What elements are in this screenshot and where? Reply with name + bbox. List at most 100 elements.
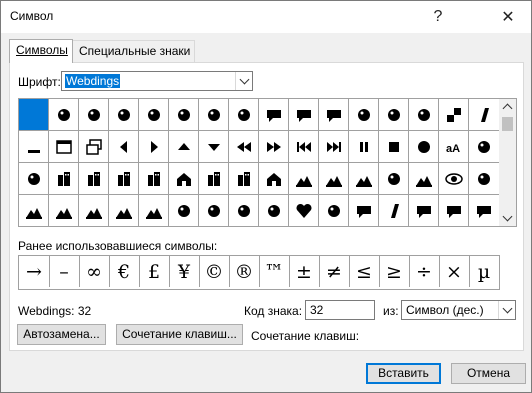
symbol-cell[interactable] [319, 99, 349, 131]
symbol-cell[interactable] [439, 195, 469, 226]
recent-symbol-cell[interactable]: ≤ [349, 256, 380, 287]
symbol-cell[interactable] [49, 195, 79, 226]
recent-symbol-cell[interactable]: ¥ [169, 256, 200, 287]
symbol-cell[interactable] [49, 131, 79, 163]
char-code-input[interactable]: 32 [305, 300, 375, 320]
symbol-cell[interactable] [229, 163, 259, 195]
insert-button[interactable]: Вставить [366, 363, 441, 384]
recent-symbol-cell[interactable]: € [109, 256, 140, 287]
symbol-cell[interactable] [409, 131, 439, 163]
recent-symbol-cell[interactable]: ≠ [319, 256, 350, 287]
symbol-cell[interactable] [229, 99, 259, 131]
symbol-cell[interactable] [79, 131, 109, 163]
symbol-cell[interactable] [109, 163, 139, 195]
recent-symbol-cell[interactable]: – [49, 256, 80, 287]
scroll-thumb[interactable] [502, 117, 513, 131]
symbol-cell[interactable] [79, 99, 109, 131]
mute-icon [267, 204, 280, 217]
symbol-cell[interactable] [199, 163, 229, 195]
symbol-cell[interactable] [469, 195, 499, 226]
symbol-cell[interactable] [79, 195, 109, 226]
symbol-cell[interactable] [409, 99, 439, 131]
symbol-cell[interactable] [229, 195, 259, 226]
cancel-button[interactable]: Отмена [451, 363, 526, 384]
oval-bubble-icon [416, 205, 431, 218]
symbol-cell[interactable] [109, 131, 139, 163]
symbol-cell[interactable] [199, 131, 229, 163]
symbol-cell[interactable] [49, 99, 79, 131]
symbol-cell[interactable] [349, 195, 379, 226]
symbol-cell[interactable] [259, 99, 289, 131]
symbol-cell[interactable] [379, 195, 409, 226]
symbol-cell[interactable] [109, 99, 139, 131]
symbol-cell[interactable] [139, 99, 169, 131]
recent-symbol-cell[interactable]: ∞ [79, 256, 110, 287]
eye-icon [444, 172, 463, 185]
scroll-up-icon[interactable] [499, 99, 516, 115]
recent-symbol-cell[interactable]: → [19, 256, 50, 287]
symbol-cell[interactable] [259, 131, 289, 163]
symbol-cell[interactable] [379, 99, 409, 131]
symbol-cell[interactable] [139, 195, 169, 226]
recent-symbol-cell[interactable]: µ [469, 256, 499, 287]
symbol-cell[interactable] [349, 131, 379, 163]
symbol-cell[interactable] [139, 163, 169, 195]
recent-symbol-cell[interactable]: ± [289, 256, 320, 287]
symbol-cell[interactable] [409, 195, 439, 226]
recent-symbol-cell[interactable]: ÷ [409, 256, 440, 287]
symbol-cell[interactable] [319, 163, 349, 195]
autocorrect-button[interactable]: Автозамена... [17, 324, 106, 345]
symbol-cell[interactable] [319, 131, 349, 163]
symbol-cell[interactable] [259, 163, 289, 195]
symbol-cell[interactable] [469, 163, 499, 195]
symbol-cell[interactable] [289, 131, 319, 163]
symbol-cell[interactable] [199, 99, 229, 131]
close-button[interactable]: ✕ [485, 1, 531, 33]
symbol-cell[interactable] [169, 163, 199, 195]
symbol-cell[interactable] [409, 163, 439, 195]
symbol-cell[interactable] [289, 195, 319, 226]
symbol-cell[interactable] [259, 195, 289, 226]
symbol-cell[interactable]: aA [439, 131, 469, 163]
shortcut-key-button[interactable]: Сочетание клавиш... [116, 324, 243, 345]
symbol-cell[interactable] [169, 99, 199, 131]
symbol-cell[interactable] [439, 163, 469, 195]
encoding-select[interactable]: Символ (дес.) [401, 300, 516, 320]
recent-symbol-cell[interactable]: £ [139, 256, 170, 287]
symbol-cell[interactable] [49, 163, 79, 195]
symbol-cell[interactable] [19, 99, 49, 131]
symbol-cell[interactable] [469, 99, 499, 131]
recent-symbol-cell[interactable]: ≥ [379, 256, 410, 287]
symbol-grid-scrollbar[interactable] [499, 98, 517, 227]
symbol-cell[interactable] [109, 195, 139, 226]
recent-symbol-cell[interactable]: ™ [259, 256, 290, 287]
symbol-cell[interactable] [469, 131, 499, 163]
symbol-cell[interactable] [379, 131, 409, 163]
help-button[interactable]: ? [415, 1, 461, 33]
recent-symbol-cell[interactable]: ® [229, 256, 260, 287]
symbol-cell[interactable] [139, 131, 169, 163]
recent-symbol-cell[interactable]: © [199, 256, 230, 287]
symbol-cell[interactable] [19, 131, 49, 163]
symbol-cell[interactable] [79, 163, 109, 195]
tab-symbols[interactable]: Символы [9, 39, 73, 63]
symbol-cell[interactable] [289, 163, 319, 195]
symbol-cell[interactable] [379, 163, 409, 195]
scroll-down-icon[interactable] [499, 210, 516, 226]
recent-symbol-cell[interactable]: × [439, 256, 470, 287]
symbol-cell[interactable] [349, 163, 379, 195]
symbol-cell[interactable] [19, 163, 49, 195]
arrow-left-icon [119, 140, 127, 153]
symbol-cell[interactable] [439, 99, 469, 131]
font-select[interactable]: Webdings [61, 71, 253, 91]
symbol-cell[interactable] [169, 131, 199, 163]
mountain-icon [415, 175, 432, 187]
symbol-cell[interactable] [349, 99, 379, 131]
symbol-cell[interactable] [199, 195, 229, 226]
symbol-cell[interactable] [229, 131, 259, 163]
tab-special-chars[interactable]: Специальные знаки [72, 40, 195, 62]
symbol-cell[interactable] [169, 195, 199, 226]
symbol-cell[interactable] [319, 195, 349, 226]
symbol-cell[interactable] [19, 195, 49, 226]
symbol-cell[interactable] [289, 99, 319, 131]
